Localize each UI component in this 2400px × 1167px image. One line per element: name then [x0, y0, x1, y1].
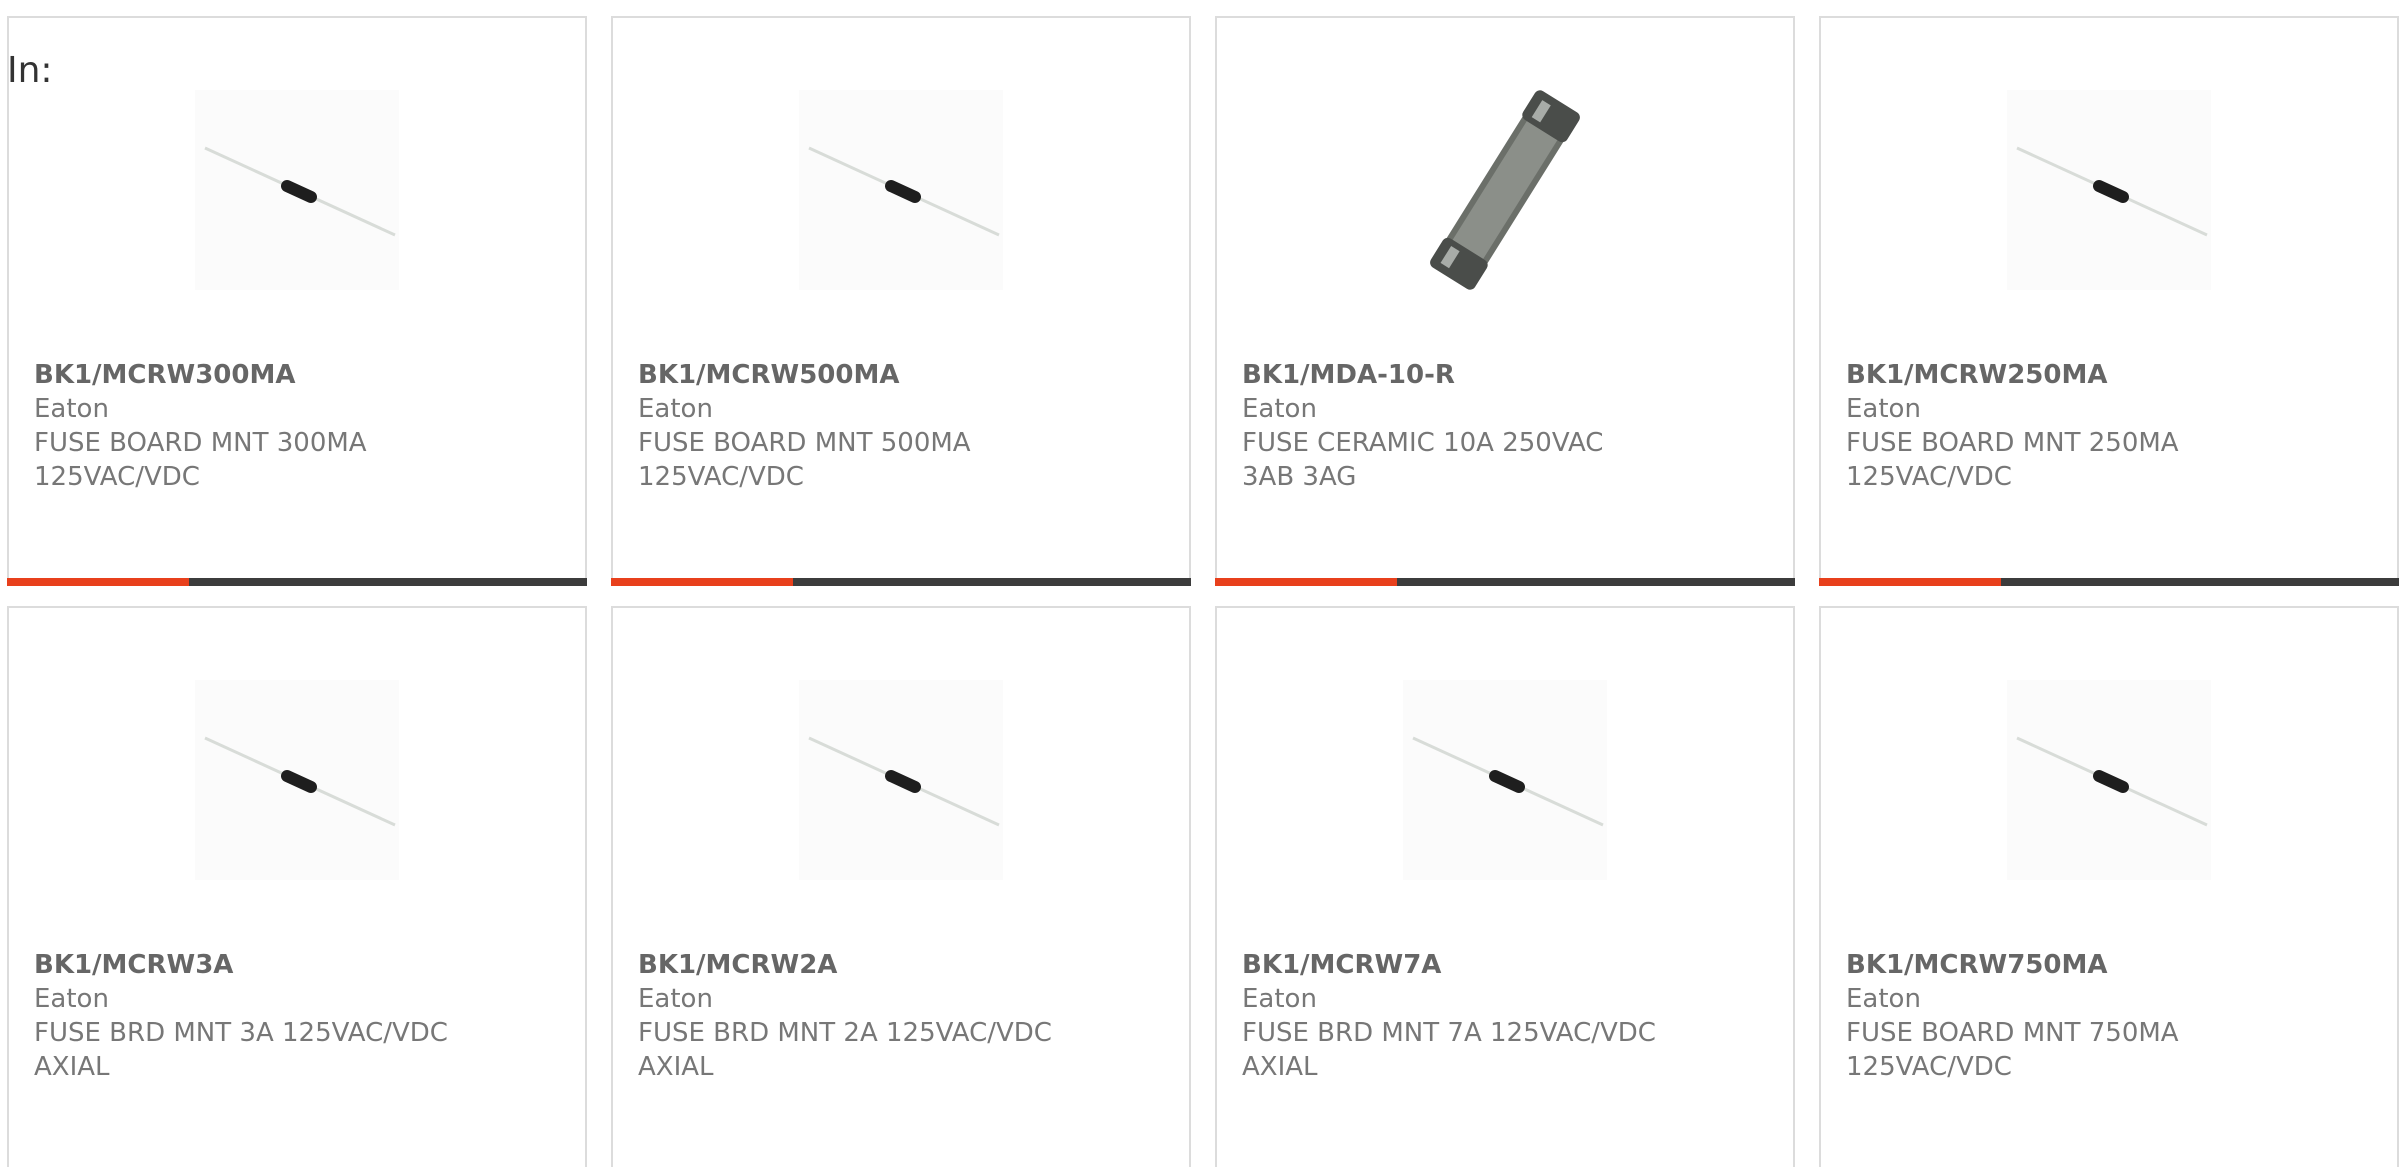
product-description: FUSE BRD MNT 7A 125VAC/VDC AXIAL [1242, 1018, 1656, 1082]
product-image[interactable] [799, 680, 1003, 880]
in-label: In: [7, 50, 53, 91]
part-number[interactable]: BK1/MDA-10-R [1242, 358, 1782, 392]
part-number[interactable]: BK1/MCRW2A [638, 948, 1178, 982]
product-description: FUSE BOARD MNT 300MA 125VAC/VDC [34, 428, 367, 492]
part-number[interactable]: BK1/MCRW250MA [1846, 358, 2386, 392]
product-info: BK1/MCRW250MA Eaton FUSE BOARD MNT 250MA… [1846, 358, 2386, 494]
product-info: BK1/MCRW3A Eaton FUSE BRD MNT 3A 125VAC/… [34, 948, 574, 1084]
axial-fuse-icon [2016, 146, 2208, 237]
part-number[interactable]: BK1/MCRW3A [34, 948, 574, 982]
ceramic-fuse-icon [1430, 90, 1580, 290]
product-results-page: In: BK1/MCRW300MA Eaton FUSE BOARD MNT 3… [0, 0, 2400, 1167]
product-description: FUSE BOARD MNT 750MA 125VAC/VDC [1846, 1018, 2179, 1082]
product-description: FUSE CERAMIC 10A 250VAC 3AB 3AG [1242, 428, 1604, 492]
manufacturer: Eaton [1846, 984, 1921, 1014]
part-number[interactable]: BK1/MCRW500MA [638, 358, 1178, 392]
card-bar-accent [1215, 578, 1397, 586]
card-bar [7, 578, 587, 586]
product-card[interactable]: BK1/MCRW500MA Eaton FUSE BOARD MNT 500MA… [611, 16, 1191, 586]
card-bar [1215, 578, 1795, 586]
axial-fuse-icon [1412, 736, 1604, 827]
card-bar-accent [1819, 578, 2001, 586]
card-bar-accent [7, 578, 189, 586]
product-info: BK1/MCRW300MA Eaton FUSE BOARD MNT 300MA… [34, 358, 574, 494]
part-number[interactable]: BK1/MCRW300MA [34, 358, 574, 392]
axial-fuse-icon [204, 146, 396, 237]
part-number[interactable]: BK1/MCRW7A [1242, 948, 1782, 982]
product-card[interactable]: BK1/MCRW750MA Eaton FUSE BOARD MNT 750MA… [1819, 606, 2399, 1167]
manufacturer: Eaton [1242, 394, 1317, 424]
product-card[interactable]: BK1/MCRW250MA Eaton FUSE BOARD MNT 250MA… [1819, 16, 2399, 586]
axial-fuse-icon [808, 146, 1000, 237]
product-image[interactable] [1403, 680, 1607, 880]
product-image[interactable] [799, 90, 1003, 290]
manufacturer: Eaton [638, 984, 713, 1014]
product-image[interactable] [195, 680, 399, 880]
product-image[interactable] [195, 90, 399, 290]
product-info: BK1/MDA-10-R Eaton FUSE CERAMIC 10A 250V… [1242, 358, 1782, 494]
product-description: FUSE BOARD MNT 500MA 125VAC/VDC [638, 428, 971, 492]
axial-fuse-icon [204, 736, 396, 827]
product-info: BK1/MCRW500MA Eaton FUSE BOARD MNT 500MA… [638, 358, 1178, 494]
card-bar [611, 578, 1191, 586]
manufacturer: Eaton [638, 394, 713, 424]
product-card[interactable]: BK1/MCRW300MA Eaton FUSE BOARD MNT 300MA… [7, 16, 587, 586]
manufacturer: Eaton [1846, 394, 1921, 424]
manufacturer: Eaton [1242, 984, 1317, 1014]
axial-fuse-icon [2016, 736, 2208, 827]
manufacturer: Eaton [34, 984, 109, 1014]
manufacturer: Eaton [34, 394, 109, 424]
product-card[interactable]: BK1/MCRW3A Eaton FUSE BRD MNT 3A 125VAC/… [7, 606, 587, 1167]
product-info: BK1/MCRW2A Eaton FUSE BRD MNT 2A 125VAC/… [638, 948, 1178, 1084]
product-info: BK1/MCRW750MA Eaton FUSE BOARD MNT 750MA… [1846, 948, 2386, 1084]
card-bar [1819, 578, 2399, 586]
product-description: FUSE BRD MNT 3A 125VAC/VDC AXIAL [34, 1018, 448, 1082]
product-image[interactable] [2007, 680, 2211, 880]
part-number[interactable]: BK1/MCRW750MA [1846, 948, 2386, 982]
product-card[interactable]: BK1/MCRW7A Eaton FUSE BRD MNT 7A 125VAC/… [1215, 606, 1795, 1167]
product-card[interactable]: BK1/MDA-10-R Eaton FUSE CERAMIC 10A 250V… [1215, 16, 1795, 586]
product-image[interactable] [1403, 90, 1607, 290]
card-bar-accent [611, 578, 793, 586]
axial-fuse-icon [808, 736, 1000, 827]
product-description: FUSE BOARD MNT 250MA 125VAC/VDC [1846, 428, 2179, 492]
product-image[interactable] [2007, 90, 2211, 290]
product-description: FUSE BRD MNT 2A 125VAC/VDC AXIAL [638, 1018, 1052, 1082]
product-info: BK1/MCRW7A Eaton FUSE BRD MNT 7A 125VAC/… [1242, 948, 1782, 1084]
product-grid: BK1/MCRW300MA Eaton FUSE BOARD MNT 300MA… [7, 16, 2400, 1167]
product-card[interactable]: BK1/MCRW2A Eaton FUSE BRD MNT 2A 125VAC/… [611, 606, 1191, 1167]
